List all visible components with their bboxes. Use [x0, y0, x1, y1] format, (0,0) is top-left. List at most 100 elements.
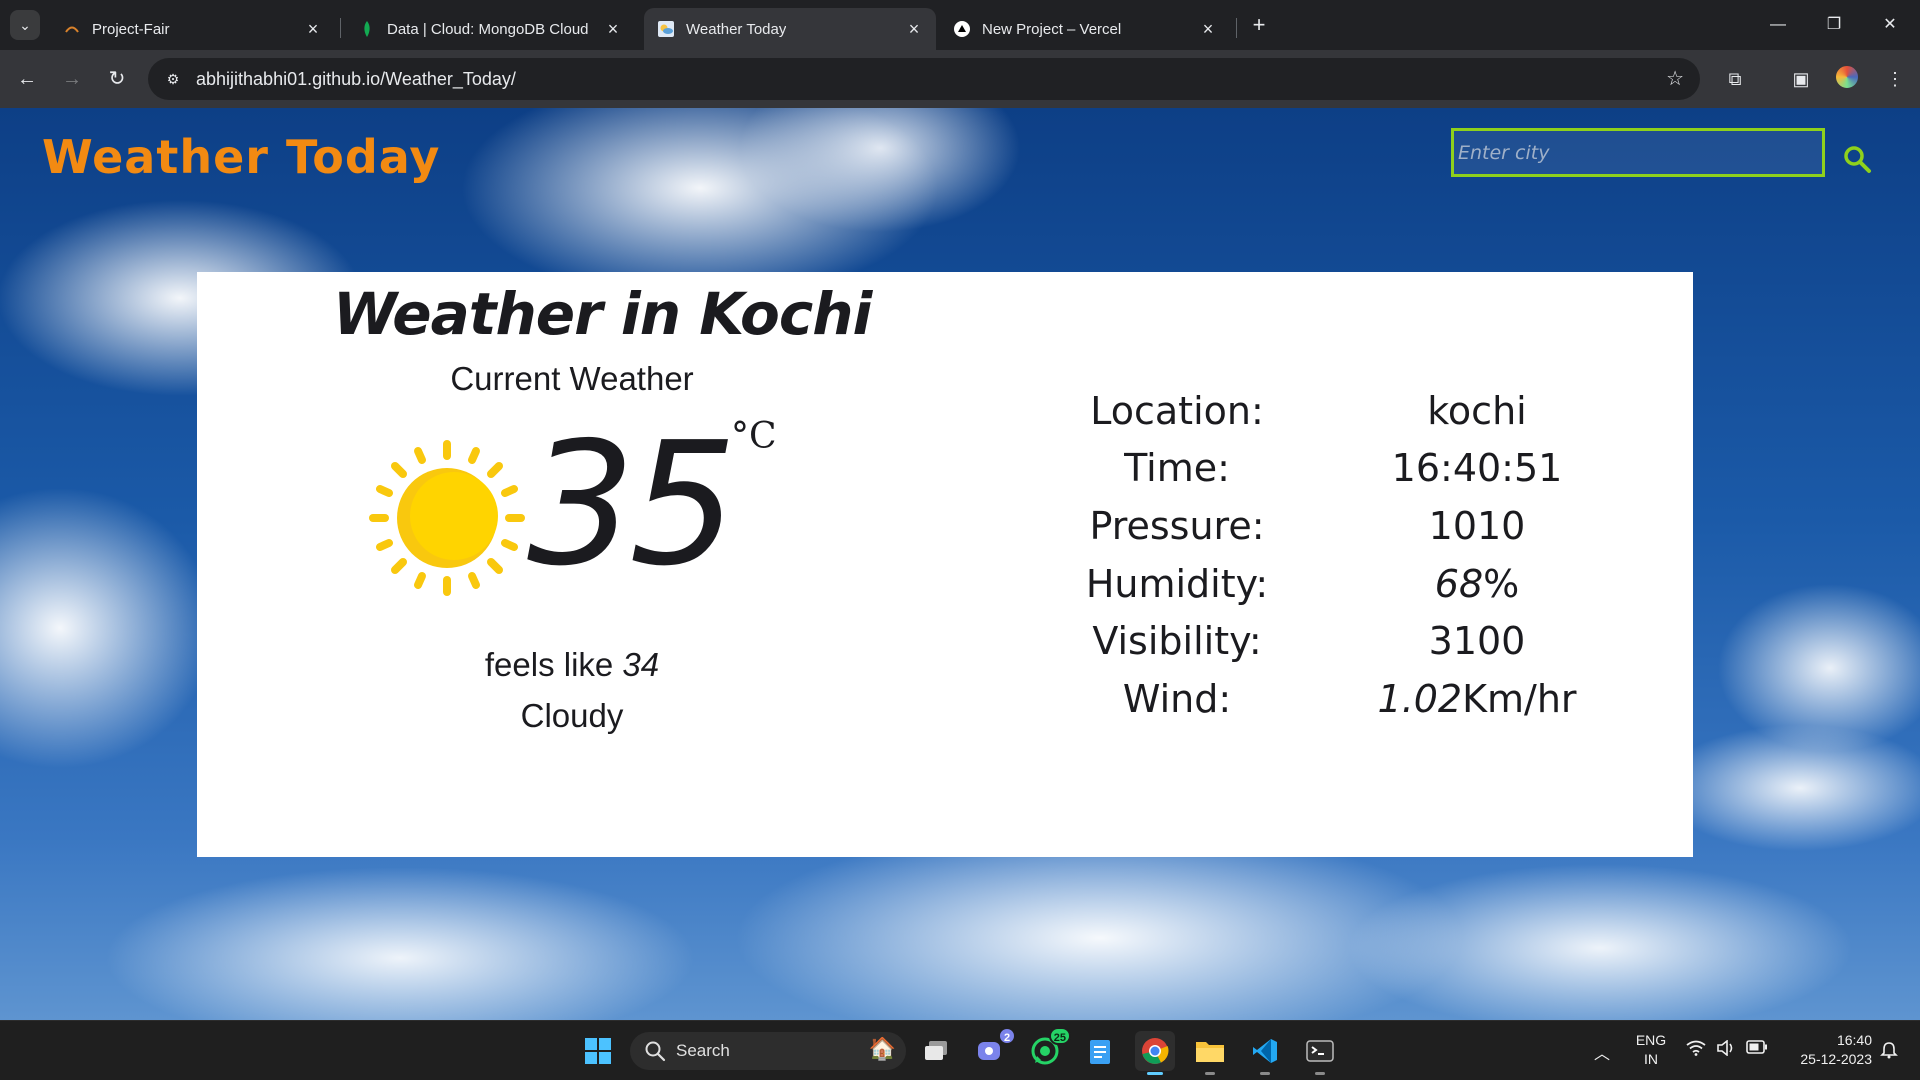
wifi-icon[interactable] [1686, 1040, 1706, 1061]
tab-title: Data | Cloud: MongoDB Cloud [387, 20, 589, 38]
detail-label: Humidity: [1085, 561, 1269, 606]
weather-details: Location: kochi Time: 16:40:51 Pressure:… [1017, 382, 1617, 728]
weather-title: Weather in Kochi [333, 280, 872, 348]
wind-suffix: Km/hr [1462, 676, 1577, 721]
detail-value: kochi [1427, 388, 1527, 433]
detail-row-location: Location: kochi [1017, 382, 1617, 440]
terminal-icon[interactable] [1300, 1031, 1340, 1075]
language-code: ENG [1635, 1032, 1667, 1048]
browser-tab-strip: ⌄ Project-Fair × Data | Cloud: MongoDB C… [0, 0, 1920, 50]
teams-badge: 2 [998, 1027, 1016, 1045]
tab-separator [1236, 18, 1237, 38]
battery-icon[interactable] [1746, 1040, 1768, 1059]
whatsapp-badge: 25 [1048, 1027, 1071, 1045]
detail-row-time: Time: 16:40:51 [1017, 440, 1617, 498]
close-tab-icon[interactable]: × [904, 19, 924, 39]
current-weather-label: Current Weather [450, 360, 694, 397]
tab-project-fair[interactable]: Project-Fair × [50, 8, 335, 50]
detail-value: 3100 [1428, 619, 1526, 664]
url-text[interactable]: abhijithabhi01.github.io/Weather_Today/ [196, 69, 516, 90]
detail-label: Time: [1124, 446, 1230, 491]
sun-icon [369, 440, 525, 596]
address-bar[interactable]: ⚙ abhijithabhi01.github.io/Weather_Today… [148, 58, 1700, 100]
terminal-running-indicator [1315, 1072, 1325, 1075]
extensions-puzzle-icon[interactable]: ⧉ [1720, 64, 1750, 94]
whatsapp-icon[interactable]: 25 [1025, 1027, 1071, 1071]
volume-icon[interactable] [1716, 1039, 1736, 1061]
weather-condition: Cloudy [520, 697, 624, 734]
bookmark-star-icon[interactable]: ☆ [1666, 66, 1684, 91]
weather-card: Weather in Kochi Current Weather 35 °C f… [197, 272, 1693, 857]
project-fair-favicon [64, 21, 80, 37]
tab-vercel[interactable]: New Project – Vercel × [940, 8, 1230, 50]
menu-kebab-icon[interactable]: ⋮ [1880, 64, 1910, 94]
humidity-suffix: % [1483, 561, 1520, 606]
tab-title: Weather Today [686, 20, 787, 38]
detail-row-wind: Wind: 1.02Km/hr [1017, 670, 1617, 728]
profile-avatar[interactable] [1834, 64, 1860, 90]
teams-chat-icon[interactable]: 2 [970, 1027, 1016, 1071]
city-search-input[interactable] [1451, 128, 1825, 177]
detail-row-visibility: Visibility: 3100 [1017, 612, 1617, 670]
site-info-icon[interactable]: ⚙ [162, 68, 184, 90]
close-tab-icon[interactable]: × [1198, 19, 1218, 39]
tab-search-chevron-icon[interactable]: ⌄ [10, 10, 40, 40]
feels-like-text: feels like 34 [197, 646, 947, 684]
close-tab-icon[interactable]: × [603, 19, 623, 39]
search-icon[interactable] [1842, 144, 1872, 174]
vscode-running-indicator [1260, 1072, 1270, 1075]
windows-start-icon[interactable] [578, 1031, 618, 1071]
site-brand[interactable]: Weather Today [42, 130, 440, 184]
forward-arrow-icon[interactable]: → [57, 64, 87, 94]
tab-weather-today[interactable]: Weather Today × [644, 8, 936, 50]
detail-label: Visibility: [1092, 619, 1262, 664]
taskbar-search-box[interactable]: Search 🏠 [630, 1032, 906, 1070]
notification-bell-icon[interactable] [1880, 1041, 1898, 1064]
detail-value: 1010 [1428, 503, 1526, 548]
chrome-icon[interactable] [1135, 1031, 1175, 1075]
chrome-active-indicator [1147, 1072, 1163, 1075]
vscode-icon[interactable] [1245, 1031, 1285, 1075]
close-window-icon[interactable]: ✕ [1870, 10, 1910, 40]
detail-label: Pressure: [1089, 503, 1265, 548]
humidity-number: 68 [1434, 561, 1484, 606]
taskbar-search-icon [645, 1041, 666, 1062]
vercel-triangle-icon [954, 21, 970, 37]
clock-date: 25-12-2023 [1800, 1051, 1872, 1067]
feels-like-value: 34 [622, 646, 660, 683]
back-arrow-icon[interactable]: ← [12, 64, 42, 94]
taskbar-search-label: Search [676, 1041, 730, 1060]
page-viewport: Weather Today Weather in Kochi Current W… [0, 108, 1920, 1020]
side-panel-icon[interactable]: ▣ [1786, 64, 1816, 94]
close-tab-icon[interactable]: × [303, 19, 323, 39]
tab-title: New Project – Vercel [982, 20, 1122, 38]
region-code: IN [1644, 1051, 1658, 1067]
minimize-icon[interactable]: — [1758, 10, 1798, 40]
clock-time: 16:40 [1836, 1032, 1872, 1048]
temperature-value: 35 [527, 406, 737, 604]
tab-mongodb-cloud[interactable]: Data | Cloud: MongoDB Cloud × [345, 8, 635, 50]
temperature-unit: °C [731, 416, 777, 457]
notepad-icon[interactable] [1080, 1031, 1120, 1071]
restore-icon[interactable]: ❐ [1814, 10, 1854, 40]
detail-label: Wind: [1122, 676, 1232, 721]
wind-number: 1.02 [1377, 676, 1463, 721]
show-hidden-icons-chevron-icon[interactable]: ︿ [1594, 1040, 1610, 1064]
reload-icon[interactable]: ↻ [102, 64, 132, 94]
detail-value: 16:40:51 [1391, 446, 1563, 491]
search-highlight-house-icon: 🏠 [868, 1036, 896, 1061]
windows-taskbar: Search 🏠 2 25 ︿ ENG IN 16:40 25-12-2023 [0, 1020, 1920, 1080]
detail-row-humidity: Humidity: 68% [1017, 555, 1617, 613]
new-tab-plus-icon[interactable]: + [1245, 12, 1273, 40]
clock[interactable]: 16:40 25-12-2023 [1782, 1031, 1872, 1069]
feels-like-label: feels like [484, 646, 614, 683]
file-explorer-icon[interactable] [1190, 1031, 1230, 1075]
detail-value: 68% [1337, 562, 1617, 606]
tab-separator [340, 18, 341, 38]
explorer-running-indicator [1205, 1072, 1215, 1075]
task-view-icon[interactable] [917, 1031, 957, 1071]
tab-title: Project-Fair [92, 20, 170, 38]
weather-favicon [658, 21, 674, 37]
detail-label: Location: [1090, 388, 1264, 433]
input-language[interactable]: ENG IN [1630, 1031, 1672, 1069]
